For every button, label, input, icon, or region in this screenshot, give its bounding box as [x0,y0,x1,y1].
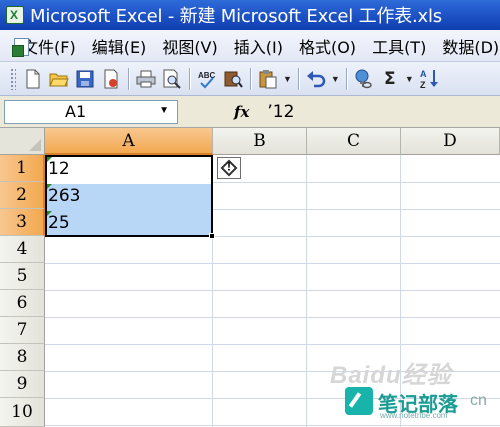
name-box[interactable]: A1 ▼ [4,99,178,124]
new-file-icon[interactable] [22,68,44,90]
row-header-4[interactable]: 4 [0,236,45,263]
gridline [306,155,307,427]
toolbar-separator [128,67,129,90]
menu-format[interactable]: 格式(O) [291,34,364,58]
toolbar-grip[interactable] [10,67,16,90]
menu-insert[interactable]: 插入(I) [226,34,291,58]
print-icon[interactable] [135,68,157,90]
save-icon[interactable] [74,68,96,90]
permission-icon[interactable] [100,68,122,90]
warning-diamond-icon [220,159,238,177]
row-header-10[interactable]: 10 [0,398,45,427]
row-header-3[interactable]: 3 [0,209,45,236]
paste-dropdown-icon[interactable]: ▼ [283,74,292,84]
window-title: Microsoft Excel - 新建 Microsoft Excel 工作表… [30,6,442,27]
notetribe-domain: www.notetribe.com [380,411,448,420]
row-header-9[interactable]: 9 [0,371,45,398]
undo-dropdown-icon[interactable]: ▼ [331,74,340,84]
print-preview-icon[interactable] [161,68,183,90]
svg-text:A: A [420,69,427,79]
toolbar-separator [250,67,251,90]
toolbar-separator [297,67,299,90]
excel-app-icon[interactable] [6,6,24,24]
gridline [45,317,500,318]
row-header-1[interactable]: 1 [0,155,45,182]
gridline [45,263,500,264]
insert-function-icon[interactable]: fx [234,103,249,121]
row-header-2[interactable]: 2 [0,182,45,209]
notetribe-logo-icon [345,387,373,415]
row-header-8[interactable]: 8 [0,344,45,371]
row-header-7[interactable]: 7 [0,317,45,344]
row-header-5[interactable]: 5 [0,263,45,290]
active-cell-a1[interactable] [47,157,211,184]
autosum-icon[interactable]: Σ [379,68,401,90]
hyperlink-icon[interactable] [353,68,375,90]
formula-bar: A1 ▼ fx ’12 [0,96,500,128]
fill-handle[interactable] [209,233,215,239]
name-box-value: A1 [65,102,87,121]
sort-ascending-icon[interactable]: AZ [418,68,440,90]
gridline [45,344,500,345]
paste-icon[interactable] [257,68,279,90]
menu-data[interactable]: 数据(D) [434,34,500,58]
spelling-icon[interactable]: ABC [196,68,218,90]
menu-edit[interactable]: 编辑(E) [84,34,155,58]
column-header-d[interactable]: D [401,128,500,155]
row-header-6[interactable]: 6 [0,290,45,317]
svg-text:Z: Z [420,80,426,90]
undo-icon[interactable] [305,68,327,90]
column-header-a[interactable]: A [45,128,213,155]
cell-a2[interactable]: 263 [48,186,80,206]
formula-input[interactable]: ’12 [267,102,294,122]
title-bar: Microsoft Excel - 新建 Microsoft Excel 工作表… [0,0,500,30]
gridline [45,290,500,291]
autosum-dropdown-icon[interactable]: ▼ [405,74,414,84]
standard-toolbar: ABC ▼ ▼ Σ ▼ AZ [0,62,500,96]
name-box-dropdown-icon[interactable]: ▼ [159,105,169,116]
column-header-c[interactable]: C [307,128,401,155]
menu-view[interactable]: 视图(V) [154,34,225,58]
toolbar-separator [189,67,190,90]
toolbar-separator [345,67,347,90]
menu-bar: 文件(F) 编辑(E) 视图(V) 插入(I) 格式(O) 工具(T) 数据(D… [0,30,500,62]
column-header-b[interactable]: B [213,128,307,155]
sigma-label: Σ [384,68,396,89]
select-all-corner[interactable] [0,128,45,155]
baidu-watermark: Baidu经验 [330,362,452,389]
cell-a3[interactable]: 25 [48,213,70,233]
open-folder-icon[interactable] [48,68,70,90]
error-options-button[interactable] [217,157,241,179]
research-icon[interactable] [222,68,244,90]
cell-a1[interactable]: 12 [48,159,70,179]
menu-tools[interactable]: 工具(T) [364,34,434,58]
watermark-cn: cn [470,392,487,409]
gridline [45,425,500,426]
